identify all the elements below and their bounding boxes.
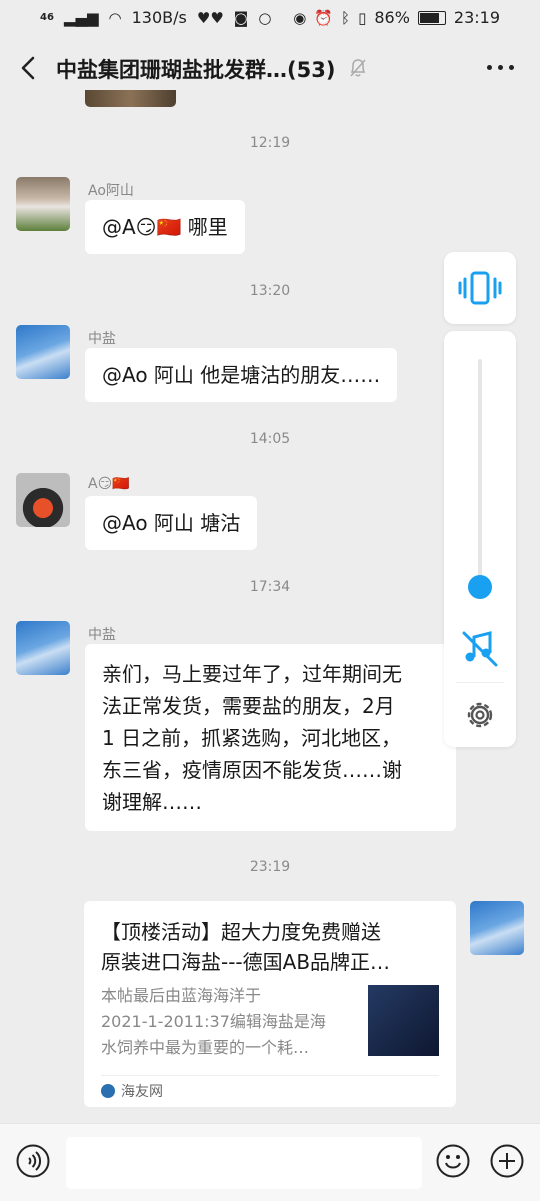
battery-percent: 86% [374,8,410,27]
message-line: 1 日之前，抓紧选购，河北地区， [102,726,402,750]
avatar[interactable] [16,325,70,379]
link-title-line: 原装进口海盐---德国AB品牌正… [101,950,391,974]
vibrate-status-icon: ▯ [358,8,367,27]
clock: 23:19 [453,8,500,27]
volume-slider[interactable] [478,359,482,599]
avatar[interactable] [16,473,70,527]
avatar[interactable] [16,177,70,231]
link-desc-line: 2021-1-2011:37编辑海盐是海 [101,1012,326,1031]
sender-name: Ao阿山 [88,183,134,199]
divider [456,682,504,683]
signal-icon: ▂▄▆ [63,8,99,27]
message-bubble[interactable]: 亲们，马上要过年了，过年期间无 法正常发货，需要盐的朋友，2月 1 日之前，抓紧… [85,644,456,831]
music-off-icon[interactable] [444,629,516,669]
chat-header: 中盐集团珊瑚盐批发群…(53) [0,36,540,100]
my-avatar[interactable] [470,901,524,955]
mute-bell-icon [350,59,366,77]
message-bubble[interactable]: @Ao 阿山 他是塘沽的朋友…… [85,348,398,402]
vibrate-mode-button[interactable] [444,252,516,324]
emoji-icon[interactable] [436,1144,470,1178]
sender-name: 中盐 [88,331,116,347]
health-icon: ♥♥ [196,8,224,27]
back-arrow-icon[interactable] [14,52,44,84]
link-title-line: 【顶楼活动】超大力度免费赠送 [101,920,381,944]
message-line: 法正常发货，需要盐的朋友，2月 [102,694,395,718]
message-line: 亲们，马上要过年了，过年期间无 [102,662,402,686]
bluetooth-icon: ᛒ [341,8,351,27]
link-source: 海友网 [101,1081,163,1101]
timestamp: 23:19 [249,859,291,875]
chat-title: 中盐集团珊瑚盐批发群…(53) [56,58,336,82]
sync-icon: ○ [258,8,272,27]
more-options-button[interactable] [487,65,514,70]
wifi-icon: ◠ [108,8,122,27]
message-input[interactable] [66,1137,422,1189]
vibrate-icon [458,271,502,305]
alarm-icon: ⏰ [314,8,334,27]
avatar[interactable] [16,621,70,675]
message-bubble[interactable]: @Ao 阿山 塘沽 [85,496,258,550]
previous-image-message[interactable] [85,90,176,107]
message-bubble[interactable]: @A😏🇨🇳 哪里 [85,200,245,254]
voice-input-icon[interactable] [16,1144,50,1178]
eye-icon: ◉ [293,8,307,27]
link-desc-line: 本帖最后由蓝海海洋于 [101,986,262,1005]
link-card[interactable]: 【顶楼活动】超大力度免费赠送 原装进口海盐---德国AB品牌正… 本帖最后由蓝海… [84,901,456,1107]
link-card-title: 【顶楼活动】超大力度免费赠送 原装进口海盐---德国AB品牌正… [101,917,441,977]
status-bar: 46 ▂▄▆ ◠ 130B/s ♥♥ ◙ ○ ◉ ⏰ ᛒ ▯ 86% 23:19 [0,0,540,36]
message-line: 东三省，疫情原因不能发货……谢 [102,758,402,782]
sender-name: A😏🇨🇳 [88,476,130,492]
volume-panel [444,331,516,747]
plus-icon[interactable] [490,1144,524,1178]
network-speed: 130B/s [131,8,187,27]
volume-slider-handle[interactable] [468,575,492,599]
battery-icon [417,10,446,25]
network-type: 46 [40,12,54,23]
timestamp: 12:19 [249,135,291,151]
message-line: 谢理解…… [102,790,202,814]
link-source-name: 海友网 [121,1084,163,1100]
divider [101,1075,439,1076]
input-bar [0,1123,540,1201]
site-logo-icon [101,1084,115,1098]
link-desc-line: 水饲养中最为重要的一个耗… [101,1038,310,1057]
link-card-description: 本帖最后由蓝海海洋于 2021-1-2011:37编辑海盐是海 水饲养中最为重要… [101,983,356,1061]
sender-name: 中盐 [88,627,116,643]
link-thumbnail [368,985,439,1056]
gear-icon[interactable] [444,695,516,735]
notification-icon: ◙ [233,8,249,27]
